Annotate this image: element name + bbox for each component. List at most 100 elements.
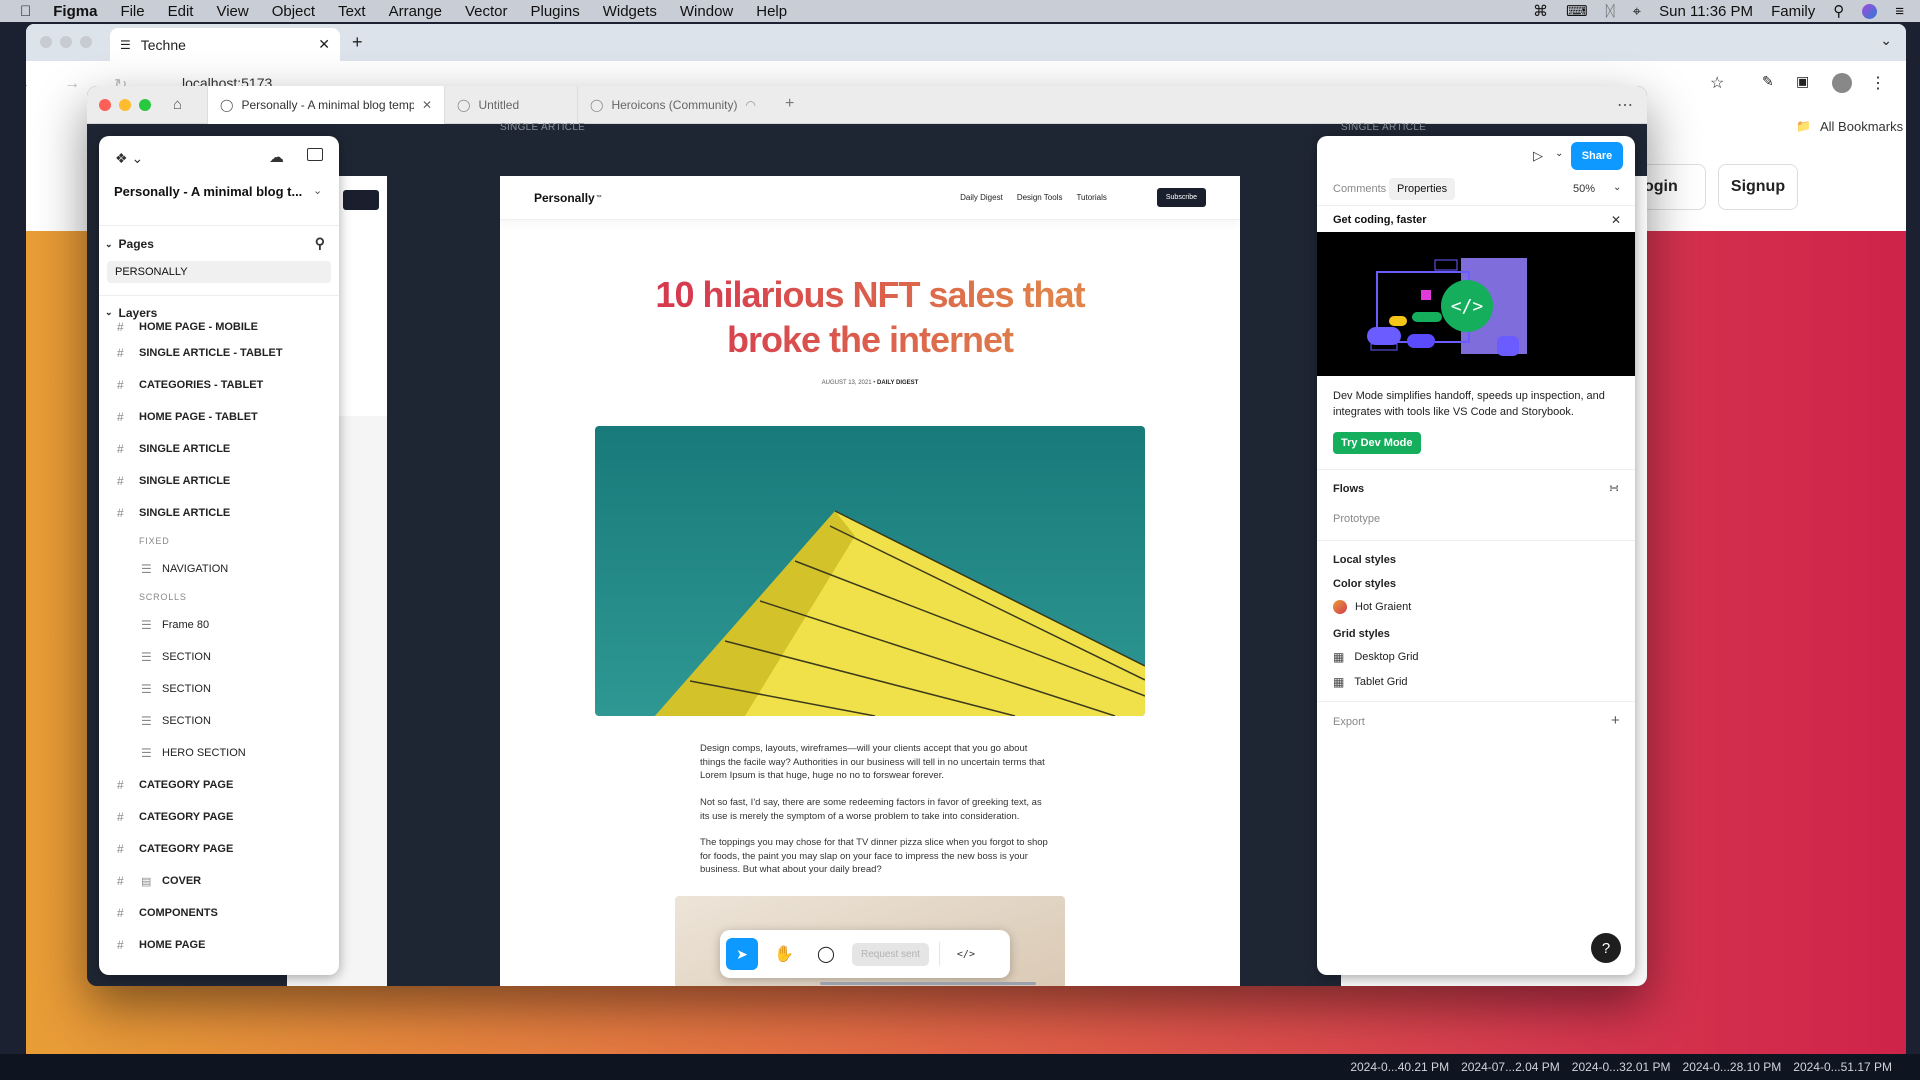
all-bookmarks[interactable]: All Bookmarks bbox=[1820, 119, 1903, 134]
layer-single-article[interactable]: # SINGLE ARTICLE bbox=[99, 465, 339, 497]
nav-design-tools[interactable]: Design Tools bbox=[1017, 193, 1063, 202]
layer-hero-section[interactable]: ☰ HERO SECTION bbox=[99, 737, 339, 769]
layer-category-page[interactable]: # CATEGORY PAGE bbox=[99, 769, 339, 801]
hand-tool-button[interactable]: ✋ bbox=[768, 938, 800, 970]
figma-tab-untitled[interactable]: ◯ Untitled bbox=[445, 86, 575, 124]
command-icon[interactable]: ⌘ bbox=[1533, 2, 1548, 20]
menu-help[interactable]: Help bbox=[756, 3, 787, 20]
layer-category-page[interactable]: # CATEGORY PAGE bbox=[99, 801, 339, 833]
chevron-down-icon[interactable]: ⌄ bbox=[1880, 32, 1892, 49]
layer-home-page-mobile[interactable]: # HOME PAGE - MOBILE bbox=[99, 317, 339, 337]
spotlight-icon[interactable]: ⚲ bbox=[1833, 2, 1844, 20]
bookmark-star-icon[interactable]: ☆ bbox=[1710, 73, 1724, 93]
subscribe-button[interactable]: Subscribe bbox=[1156, 188, 1206, 207]
screenshot-label[interactable]: 2024-0...51.17 PM bbox=[1793, 1060, 1892, 1074]
screenshot-label[interactable]: 2024-0...40.21 PM bbox=[1350, 1060, 1449, 1074]
flows-hidden-icon[interactable]: ∺ bbox=[1609, 481, 1619, 495]
page-item-personally[interactable]: PERSONALLY bbox=[107, 261, 331, 283]
chevron-down-icon[interactable]: ⌄ bbox=[1613, 182, 1621, 193]
new-tab-icon[interactable]: + bbox=[352, 32, 363, 53]
new-tab-icon[interactable]: + bbox=[785, 95, 794, 113]
chrome-menu-icon[interactable]: ⋮ bbox=[1870, 73, 1886, 93]
profile-avatar[interactable] bbox=[1832, 73, 1852, 93]
close-icon[interactable]: ✕ bbox=[1611, 213, 1621, 227]
layer-single-article-tablet[interactable]: # SINGLE ARTICLE - TABLET bbox=[99, 337, 339, 369]
add-export-icon[interactable]: + bbox=[1611, 712, 1620, 729]
tab-properties[interactable]: Properties bbox=[1389, 178, 1456, 200]
menu-file[interactable]: File bbox=[120, 3, 144, 20]
layer-navigation[interactable]: ☰ NAVIGATION bbox=[99, 553, 339, 585]
chevron-down-icon[interactable]: ⌄ bbox=[313, 184, 322, 197]
grid-style-item-desktop[interactable]: ▦ Desktop Grid bbox=[1333, 646, 1419, 668]
layer-section[interactable]: ☰ SECTION bbox=[99, 673, 339, 705]
forward-icon[interactable]: → bbox=[64, 75, 80, 93]
search-icon[interactable]: ⚲ bbox=[315, 235, 325, 252]
zoom-level[interactable]: 50% bbox=[1573, 183, 1595, 195]
menu-text[interactable]: Text bbox=[338, 3, 366, 20]
figma-canvas[interactable]: SINGLE ARTICLE SINGLE ARTICLE Personally… bbox=[87, 122, 1647, 986]
layer-cover[interactable]: # ▤ COVER bbox=[99, 865, 339, 897]
more-icon[interactable]: ⋯ bbox=[1617, 95, 1633, 115]
layer-components[interactable]: # COMPONENTS bbox=[99, 897, 339, 929]
nav-daily-digest[interactable]: Daily Digest bbox=[960, 193, 1003, 202]
menu-edit[interactable]: Edit bbox=[168, 3, 194, 20]
menu-view[interactable]: View bbox=[216, 3, 248, 20]
figma-menu-icon[interactable]: ❖ ⌄ bbox=[115, 150, 143, 167]
chevron-down-icon[interactable]: ⌄ bbox=[1555, 148, 1563, 159]
keyboard-icon[interactable]: ⌨ bbox=[1566, 2, 1588, 20]
nav-tutorials[interactable]: Tutorials bbox=[1076, 193, 1106, 202]
layer-section[interactable]: ☰ SECTION bbox=[99, 641, 339, 673]
wifi-icon[interactable]: ⌖ bbox=[1633, 3, 1641, 20]
horizontal-scrollbar[interactable] bbox=[820, 982, 1036, 985]
article-logo[interactable]: Personally bbox=[534, 191, 595, 205]
screenshot-label[interactable]: 2024-0...28.10 PM bbox=[1683, 1060, 1782, 1074]
menu-plugins[interactable]: Plugins bbox=[531, 3, 580, 20]
layer-home-page-tablet[interactable]: # HOME PAGE - TABLET bbox=[99, 401, 339, 433]
layer-single-article-expanded[interactable]: # SINGLE ARTICLE bbox=[99, 497, 339, 529]
color-style-item[interactable]: Hot Graient bbox=[1333, 596, 1411, 618]
menu-app-name[interactable]: Figma bbox=[53, 3, 97, 20]
eyedropper-icon[interactable]: ✎ bbox=[1762, 73, 1774, 90]
close-icon[interactable]: ✕ bbox=[318, 36, 330, 53]
menu-vector[interactable]: Vector bbox=[465, 3, 508, 20]
sidebar-toggle-icon[interactable] bbox=[307, 148, 323, 161]
menubar-clock[interactable]: Sun 11:36 PM bbox=[1659, 3, 1753, 20]
extensions-icon[interactable]: ▣ bbox=[1796, 73, 1809, 90]
layer-category-page[interactable]: # CATEGORY PAGE bbox=[99, 833, 339, 865]
close-icon[interactable]: ✕ bbox=[422, 98, 432, 112]
layer-single-article[interactable]: # SINGLE ARTICLE bbox=[99, 433, 339, 465]
home-icon[interactable]: ⌂ bbox=[173, 96, 182, 113]
layer-frame-80[interactable]: ☰ Frame 80 bbox=[99, 609, 339, 641]
tab-comments[interactable]: Comments bbox=[1333, 183, 1386, 195]
file-name[interactable]: Personally - A minimal blog t... bbox=[114, 184, 302, 199]
move-tool-button[interactable]: ➤ bbox=[726, 938, 758, 970]
help-button[interactable]: ? bbox=[1591, 933, 1621, 963]
siri-icon[interactable] bbox=[1862, 3, 1878, 19]
export-label[interactable]: Export bbox=[1333, 716, 1365, 728]
chrome-tab-active[interactable]: ☰ Techne ✕ bbox=[110, 28, 340, 61]
menu-window[interactable]: Window bbox=[680, 3, 733, 20]
pages-section-header[interactable]: ⌄ Pages ⚲ bbox=[99, 229, 339, 259]
cloud-save-icon[interactable]: ☁ bbox=[269, 148, 284, 166]
menu-arrange[interactable]: Arrange bbox=[389, 3, 442, 20]
comment-tool-button[interactable]: ◯ bbox=[810, 938, 842, 970]
minimize-window-button[interactable] bbox=[119, 99, 131, 111]
frame-label-article[interactable]: SINGLE ARTICLE bbox=[500, 122, 585, 133]
figma-tab-heroicons[interactable]: ◯ Heroicons (Community) ◠ bbox=[577, 86, 777, 124]
prototype-label[interactable]: Prototype bbox=[1333, 513, 1380, 525]
grid-style-item-tablet[interactable]: ▦ Tablet Grid bbox=[1333, 671, 1408, 693]
bg-signup-button[interactable]: Signup bbox=[1718, 164, 1798, 210]
screenshot-label[interactable]: 2024-0...32.01 PM bbox=[1572, 1060, 1671, 1074]
screenshot-label[interactable]: 2024-07...2.04 PM bbox=[1461, 1060, 1560, 1074]
frame-label-article-2[interactable]: SINGLE ARTICLE bbox=[1341, 122, 1426, 133]
menu-object[interactable]: Object bbox=[272, 3, 315, 20]
bluetooth-icon[interactable]: ᛞ bbox=[1606, 3, 1615, 20]
control-center-icon[interactable]: ≡ bbox=[1895, 3, 1904, 20]
article-frame[interactable]: Personally ™ Daily Digest Design Tools T… bbox=[500, 176, 1240, 986]
apple-icon[interactable]:  bbox=[20, 3, 31, 20]
layer-home-page[interactable]: # HOME PAGE bbox=[99, 929, 339, 961]
share-button[interactable]: Share bbox=[1571, 142, 1623, 170]
zoom-window-button[interactable] bbox=[139, 99, 151, 111]
try-dev-mode-button[interactable]: Try Dev Mode bbox=[1333, 432, 1421, 454]
dev-mode-toggle-icon[interactable]: </> bbox=[950, 938, 982, 970]
